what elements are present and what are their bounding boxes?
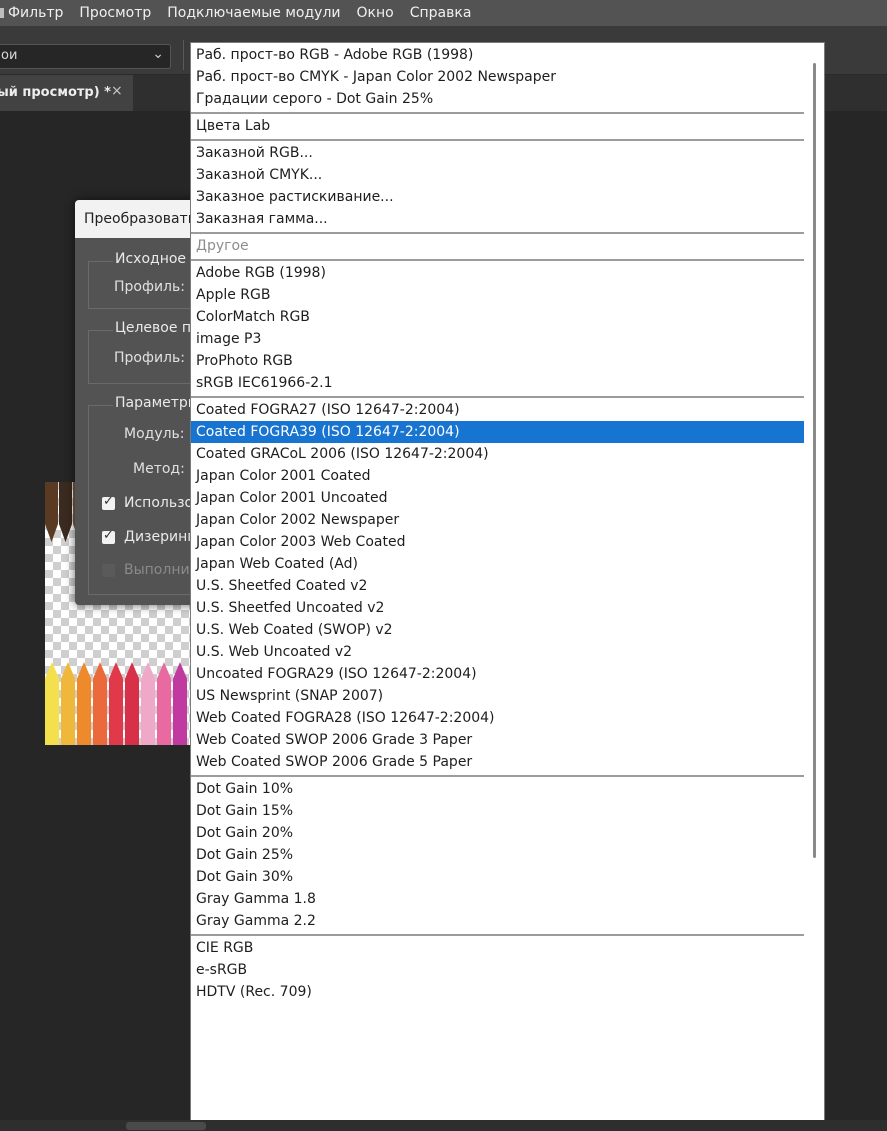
profile-section: Заказной RGB... Заказной CMYK... Заказное … bbox=[191, 139, 804, 232]
method-label: Метод: bbox=[133, 461, 185, 477]
pencil-bottom bbox=[61, 662, 75, 745]
profile-option[interactable]: Web Coated FOGRA28 (ISO 12647-2:2004) bbox=[191, 707, 804, 729]
target-profile-label: Профиль: bbox=[114, 350, 185, 366]
profile-option[interactable]: U.S. Web Coated (SWOP) v2 bbox=[191, 619, 804, 641]
profile-option[interactable]: Uncoated FOGRA29 (ISO 12647-2:2004) bbox=[191, 663, 804, 685]
profile-option-selected[interactable]: Coated FOGRA39 (ISO 12647-2:2004) bbox=[191, 421, 804, 443]
canvas-scrollbar-thumb[interactable] bbox=[126, 1122, 206, 1130]
use-checkbox[interactable] bbox=[102, 494, 115, 510]
profile-option[interactable]: ProPhoto RGB bbox=[191, 350, 804, 372]
profile-options: Раб. прост-во RGB - Adobe RGB (1998) Раб.… bbox=[191, 43, 804, 1005]
menu-edge-mark bbox=[0, 8, 4, 18]
profile-section: Coated FOGRA27 (ISO 12647-2:2004) Coated … bbox=[191, 396, 804, 775]
menu-window[interactable]: Окно bbox=[349, 0, 402, 26]
dialog-title: Преобразовать bbox=[84, 211, 196, 227]
preset-select-value: ои bbox=[1, 48, 18, 63]
profile-option[interactable]: Japan Color 2001 Uncoated bbox=[191, 487, 804, 509]
menu-bar: Фильтр Просмотр Подключаемые модули Окно… bbox=[0, 0, 887, 26]
profile-option[interactable]: Web Coated SWOP 2006 Grade 3 Paper bbox=[191, 729, 804, 751]
profile-option[interactable]: U.S. Sheetfed Uncoated v2 bbox=[191, 597, 804, 619]
profile-option[interactable]: U.S. Sheetfed Coated v2 bbox=[191, 575, 804, 597]
profile-option[interactable]: Coated FOGRA27 (ISO 12647-2:2004) bbox=[191, 399, 804, 421]
dropdown-scrollbar-thumb[interactable] bbox=[813, 63, 816, 858]
profile-option[interactable]: Gray Gamma 1.8 bbox=[191, 888, 804, 910]
pencil-top bbox=[45, 482, 58, 542]
profile-section: Раб. прост-во RGB - Adobe RGB (1998) Раб.… bbox=[191, 43, 804, 112]
pencil-bottom bbox=[157, 662, 171, 745]
dither-checkbox[interactable] bbox=[102, 528, 115, 544]
source-group-label: Исходное п bbox=[113, 251, 202, 267]
profile-option[interactable]: Раб. прост-во RGB - Adobe RGB (1998) bbox=[191, 44, 804, 66]
flatten-checkbox[interactable] bbox=[102, 564, 115, 577]
pencil-bottom bbox=[173, 662, 187, 745]
profile-option[interactable]: e-sRGB bbox=[191, 959, 804, 981]
pencil-top bbox=[59, 482, 72, 542]
use-checkbox-label: Использо bbox=[124, 495, 194, 511]
module-label: Модуль: bbox=[124, 426, 185, 442]
dither-checkbox-label: Дизеринг bbox=[124, 529, 195, 545]
toolbar-divider bbox=[183, 40, 184, 70]
document-tab-label: ый просмотр) * bbox=[0, 85, 111, 100]
profile-section: Цвета Lab bbox=[191, 112, 804, 139]
profile-option[interactable]: Coated GRACoL 2006 (ISO 12647-2:2004) bbox=[191, 443, 804, 465]
pencil-bottom bbox=[141, 662, 155, 745]
pencil-bottom bbox=[93, 662, 107, 745]
profile-option[interactable]: Dot Gain 20% bbox=[191, 822, 804, 844]
source-profile-label: Профиль: bbox=[114, 279, 185, 295]
profile-option[interactable]: ColorMatch RGB bbox=[191, 306, 804, 328]
profile-option[interactable]: Japan Web Coated (Ad) bbox=[191, 553, 804, 575]
profile-option[interactable]: Dot Gain 30% bbox=[191, 866, 804, 888]
target-group-label: Целевое пр bbox=[113, 320, 202, 336]
menu-help[interactable]: Справка bbox=[402, 0, 480, 26]
profile-option[interactable]: Japan Color 2003 Web Coated bbox=[191, 531, 804, 553]
profile-option[interactable]: image P3 bbox=[191, 328, 804, 350]
profile-group-heading: Другое bbox=[196, 238, 249, 254]
pencil-bottom bbox=[109, 662, 123, 745]
pencil-bottom bbox=[77, 662, 91, 745]
params-group-label: Параметры bbox=[113, 395, 201, 411]
pencil-bottom bbox=[45, 662, 59, 745]
profile-option[interactable]: Japan Color 2001 Coated bbox=[191, 465, 804, 487]
profile-option[interactable]: Заказное растискивание... bbox=[191, 186, 804, 208]
profile-option[interactable]: CIE RGB bbox=[191, 937, 804, 959]
profile-option[interactable]: Web Coated SWOP 2006 Grade 5 Paper bbox=[191, 751, 804, 773]
pencil-bottom bbox=[125, 662, 139, 745]
profile-section: Другое bbox=[191, 232, 804, 259]
profile-option[interactable]: HDTV (Rec. 709) bbox=[191, 981, 804, 1003]
profile-option[interactable]: Dot Gain 25% bbox=[191, 844, 804, 866]
profile-section: Dot Gain 10% Dot Gain 15% Dot Gain 20% Dot … bbox=[191, 775, 804, 934]
profile-option[interactable]: Цвета Lab bbox=[191, 115, 804, 137]
profile-option[interactable]: Заказной RGB... bbox=[191, 142, 804, 164]
menu-plugins[interactable]: Подключаемые модули bbox=[159, 0, 348, 26]
profile-option[interactable]: Gray Gamma 2.2 bbox=[191, 910, 804, 932]
profile-option[interactable]: Заказной CMYK... bbox=[191, 164, 804, 186]
profile-option[interactable]: Apple RGB bbox=[191, 284, 804, 306]
flatten-checkbox-label: Выполнит bbox=[124, 562, 198, 578]
profile-option[interactable]: Japan Color 2002 Newspaper bbox=[191, 509, 804, 531]
profile-option[interactable]: Dot Gain 10% bbox=[191, 778, 804, 800]
document-tab[interactable]: ый просмотр) * × bbox=[0, 75, 133, 111]
profile-dropdown-list[interactable]: Раб. прост-во RGB - Adobe RGB (1998) Раб.… bbox=[190, 42, 825, 1124]
profile-option[interactable]: Градации серого - Dot Gain 25% bbox=[191, 88, 804, 110]
profile-option[interactable]: U.S. Web Uncoated v2 bbox=[191, 641, 804, 663]
profile-option[interactable]: sRGB IEC61966-2.1 bbox=[191, 372, 804, 394]
preset-select[interactable]: ои ⌄ bbox=[0, 44, 171, 69]
menu-view[interactable]: Просмотр bbox=[71, 0, 159, 26]
profile-option[interactable]: US Newsprint (SNAP 2007) bbox=[191, 685, 804, 707]
profile-section: CIE RGB e-sRGB HDTV (Rec. 709) bbox=[191, 934, 804, 1005]
profile-option[interactable]: Раб. прост-во CMYK - Japan Color 2002 Ne… bbox=[191, 66, 804, 88]
profile-option[interactable]: Adobe RGB (1998) bbox=[191, 262, 804, 284]
canvas-horizontal-scrollbar[interactable] bbox=[0, 1120, 887, 1131]
profile-option[interactable]: Заказная гамма... bbox=[191, 208, 804, 230]
dropdown-scrollbar[interactable] bbox=[804, 43, 824, 1123]
profile-option[interactable]: Dot Gain 15% bbox=[191, 800, 804, 822]
chevron-down-icon: ⌄ bbox=[152, 46, 164, 62]
close-icon[interactable]: × bbox=[111, 83, 123, 99]
menu-filter[interactable]: Фильтр bbox=[0, 0, 71, 26]
profile-section: Adobe RGB (1998) Apple RGB ColorMatch RGB i… bbox=[191, 259, 804, 396]
